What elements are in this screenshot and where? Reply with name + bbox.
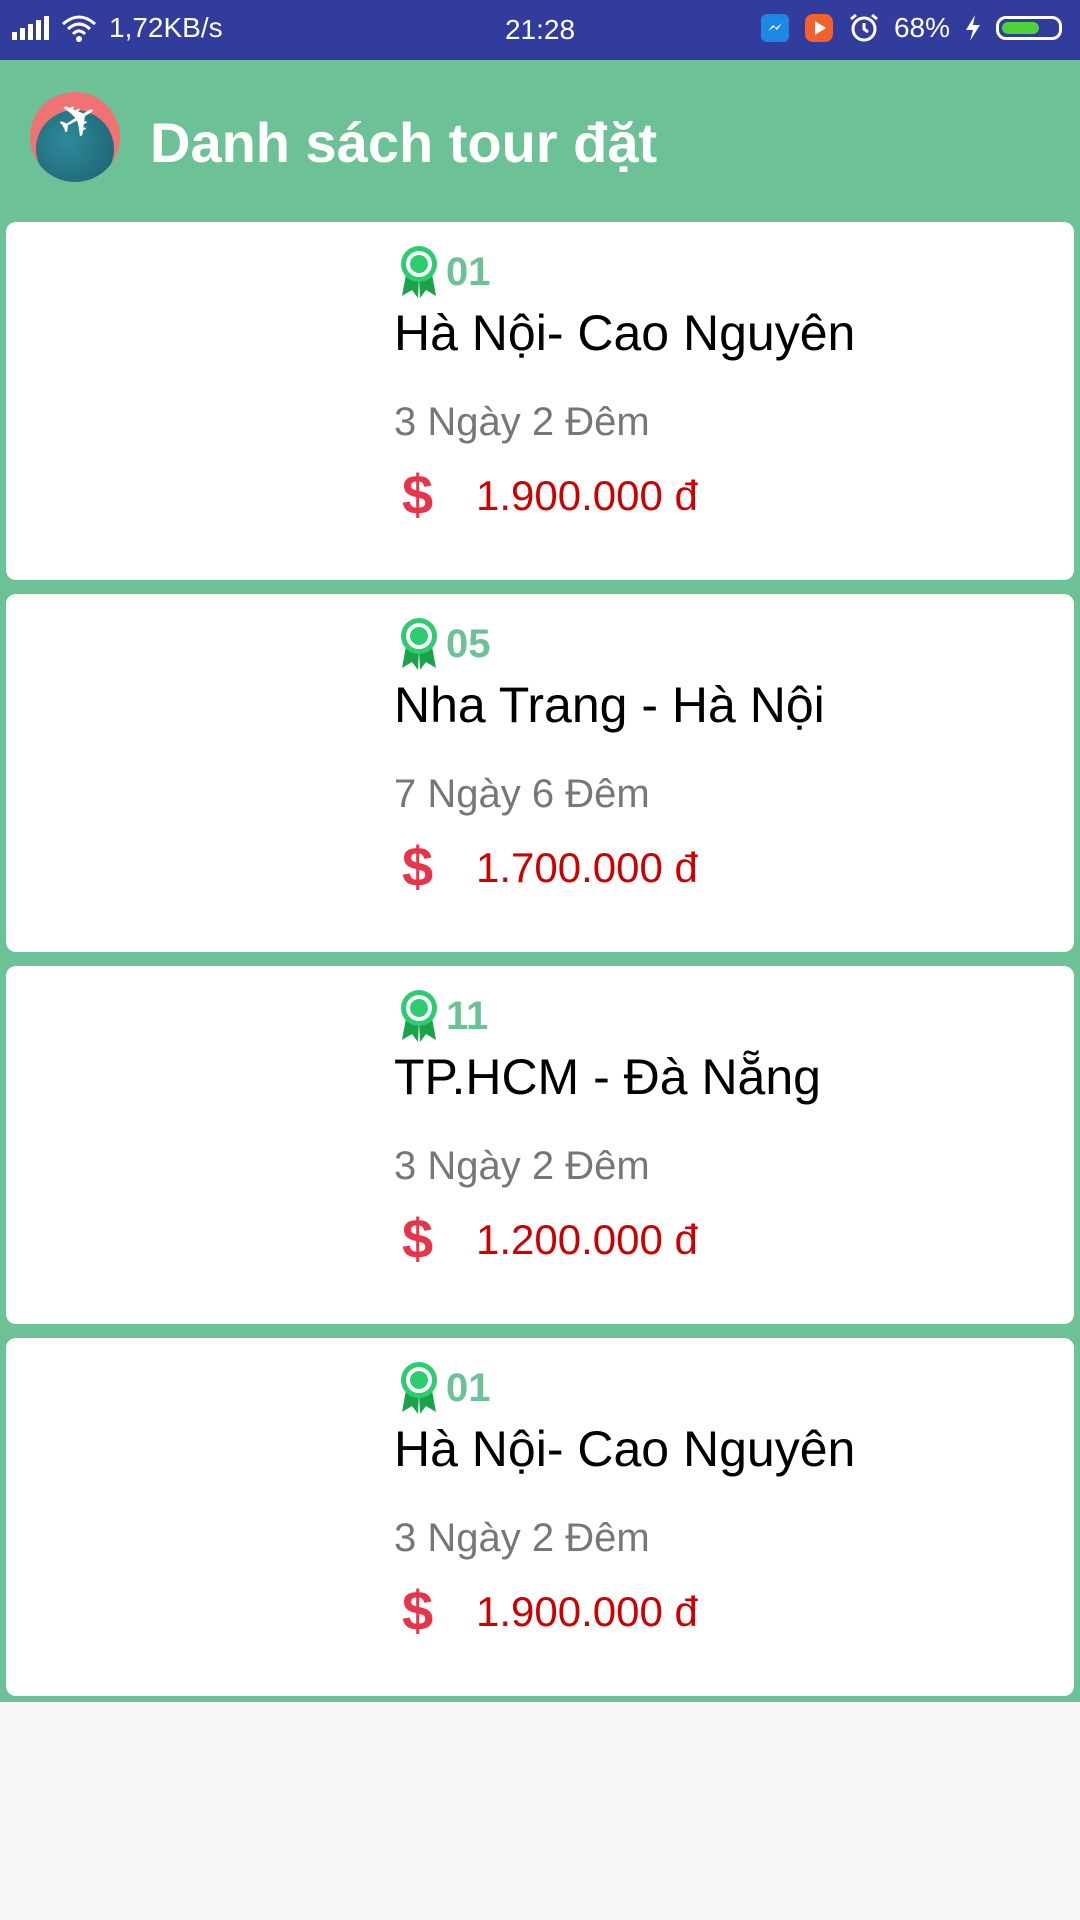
award-ribbon-icon (401, 246, 437, 298)
tour-price: 1.700.000 đ (476, 844, 698, 891)
tour-card[interactable]: 11 TP.HCM - Đà Nẵng 3 Ngày 2 Đêm $ 1.200… (6, 966, 1074, 1324)
dollar-icon: $ (402, 835, 434, 898)
tour-name: Hà Nội- Cao Nguyên (394, 1421, 856, 1477)
award-ribbon-icon (401, 990, 437, 1042)
battery-percent: 68% (893, 12, 950, 43)
tour-name: Hà Nội- Cao Nguyên (394, 305, 856, 361)
tour-code: 05 (446, 622, 491, 666)
battery-fill (1002, 22, 1039, 34)
tour-card[interactable]: 01 Hà Nội- Cao Nguyên 3 Ngày 2 Đêm $ 1.9… (6, 1338, 1074, 1696)
page-title: Danh sách tour đặt (150, 111, 658, 174)
award-ribbon-icon (401, 618, 437, 670)
dollar-icon: $ (402, 463, 434, 526)
tour-price: 1.900.000 đ (476, 1588, 698, 1635)
tour-duration: 3 Ngày 2 Đêm (394, 1144, 650, 1188)
dollar-icon: $ (402, 1207, 434, 1270)
tour-duration: 3 Ngày 2 Đêm (394, 1516, 650, 1560)
status-right: 68% (760, 12, 1062, 44)
messenger-icon (760, 14, 789, 42)
tour-card[interactable]: 05 Nha Trang - Hà Nội 7 Ngày 6 Đêm $ 1.7… (6, 594, 1074, 952)
app-bar: ✈ Danh sách tour đặt (0, 60, 1080, 216)
tour-code: 01 (446, 250, 491, 294)
tour-code: 11 (446, 994, 489, 1038)
tour-code: 01 (446, 1366, 491, 1410)
alarm-icon (850, 13, 878, 42)
charging-icon (966, 15, 980, 41)
award-ribbon-icon (401, 1362, 437, 1414)
airplane-globe-icon: ✈ (30, 92, 120, 182)
tour-card[interactable]: 01 Hà Nội- Cao Nguyên 3 Ngày 2 Đêm $ 1.9… (6, 222, 1074, 580)
video-app-icon (804, 14, 833, 42)
tour-list[interactable]: 01 Hà Nội- Cao Nguyên 3 Ngày 2 Đêm $ 1.9… (0, 216, 1080, 1702)
battery-icon (996, 16, 1062, 40)
tour-price: 1.200.000 đ (476, 1216, 698, 1263)
tour-price: 1.900.000 đ (476, 472, 698, 519)
tour-name: Nha Trang - Hà Nội (394, 677, 825, 733)
dollar-icon: $ (402, 1579, 434, 1642)
tour-duration: 7 Ngày 6 Đêm (394, 772, 650, 816)
status-bar: 1,72KB/s 21:28 68% (0, 0, 1080, 60)
tour-name: TP.HCM - Đà Nẵng (394, 1049, 821, 1105)
tour-duration: 3 Ngày 2 Đêm (394, 400, 650, 444)
